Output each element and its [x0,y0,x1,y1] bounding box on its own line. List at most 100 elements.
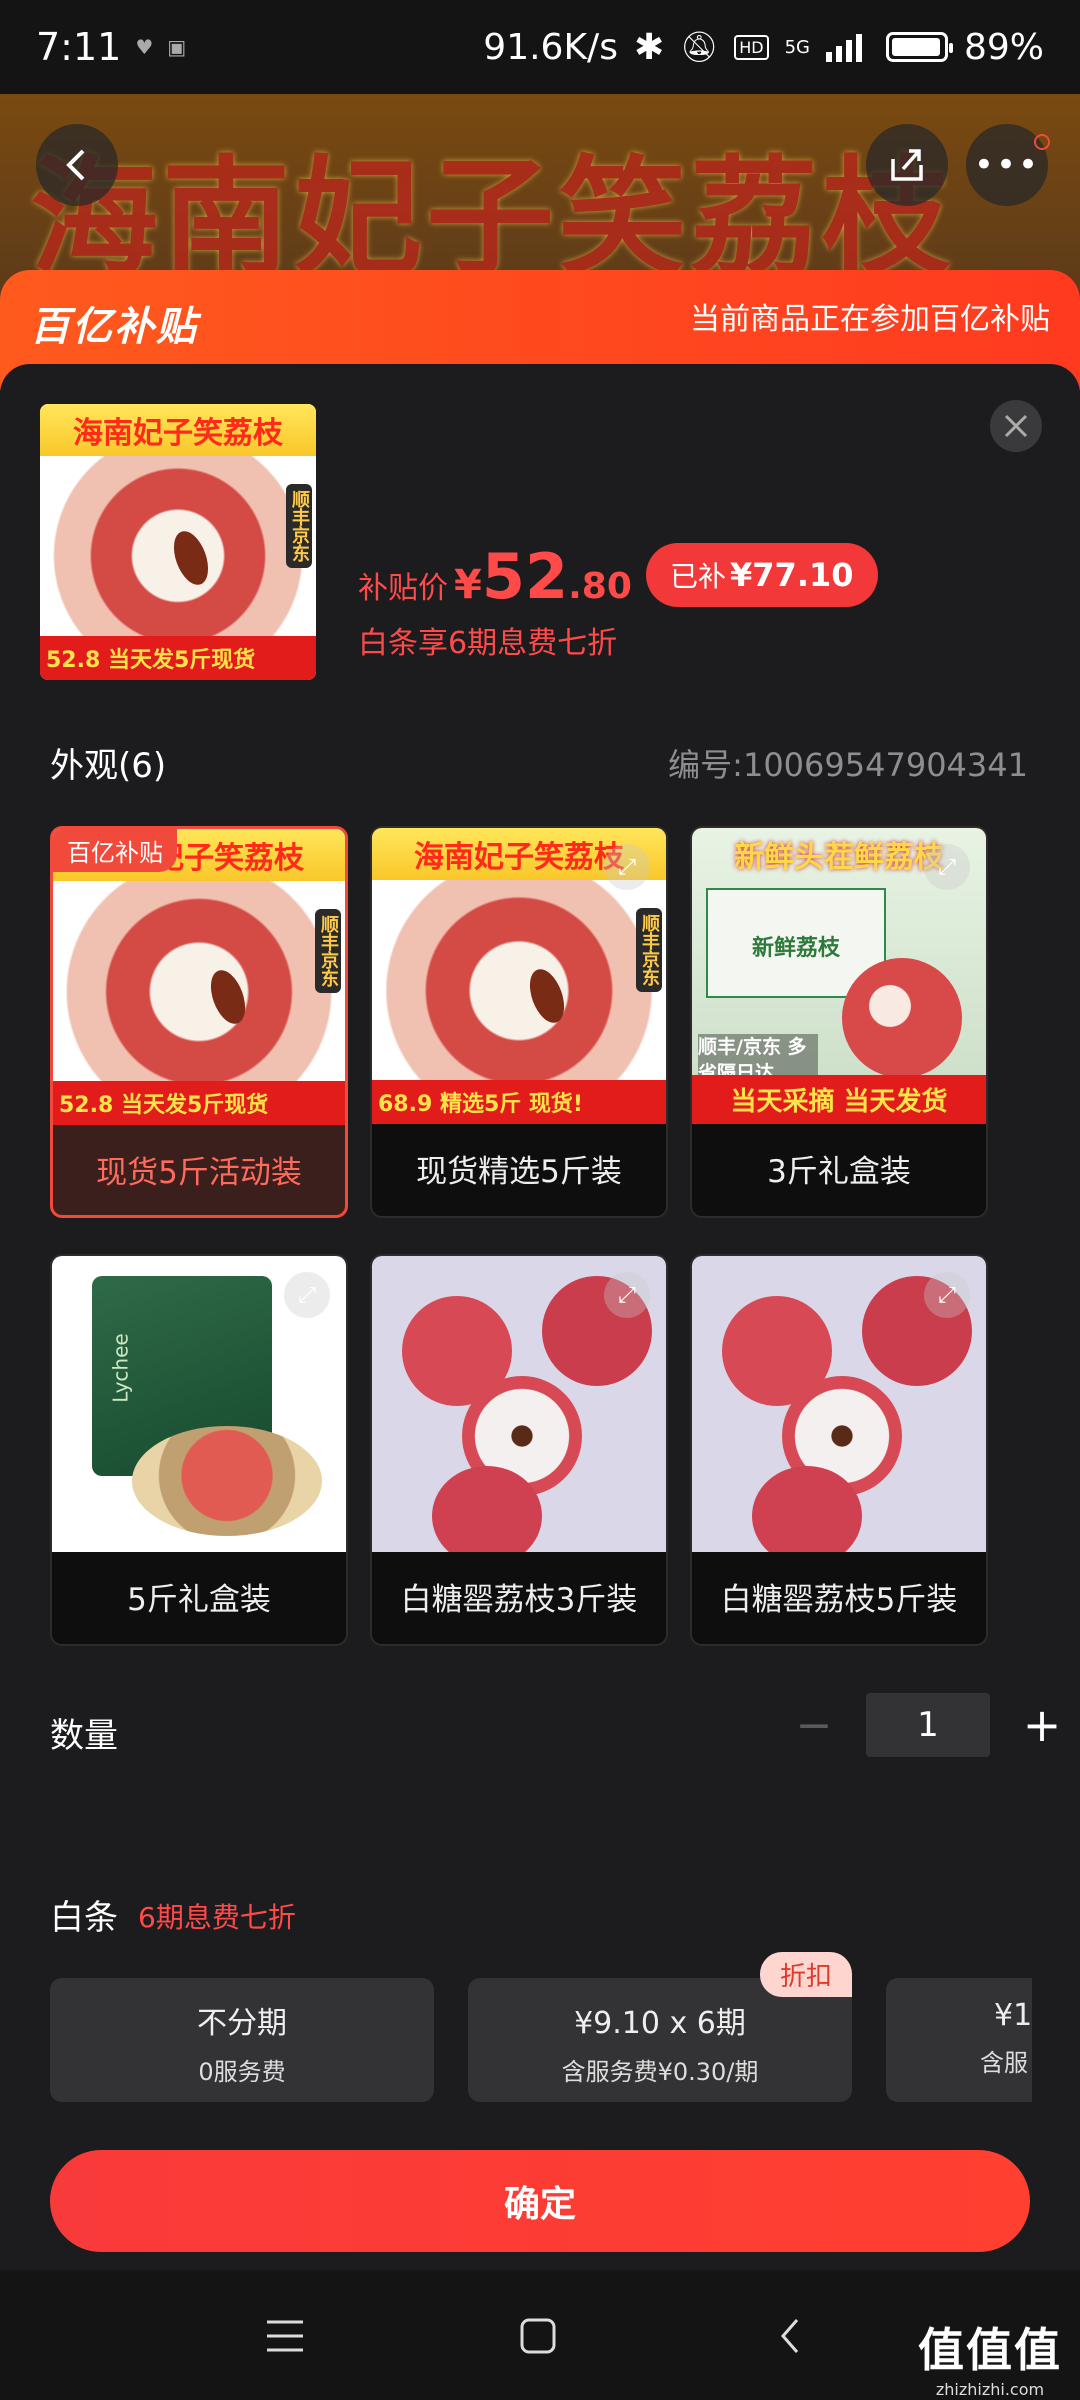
baitiao-title: 白条 [50,1898,118,1938]
plan-option-3[interactable]: ¥18 含服 [886,1978,1032,2102]
option-label: 白糖罂荔枝3斤装 [400,1582,638,1618]
option-image-bottom: 52.8 当天发5斤现货 [53,1081,345,1125]
watermark-url: zhizhizhi.com [935,2380,1045,2399]
notification-icon: ♥ [135,35,154,59]
thumb-tag: 顺丰京东 [286,484,312,568]
plan-fee: 含服 [980,2049,1028,2077]
lychee-pile [842,958,962,1078]
quantity-input[interactable]: 1 [866,1693,990,1757]
lychee-plate [132,1426,322,1536]
expand-button[interactable]: ⤢ [604,1272,650,1318]
option-label: 白糖罂荔枝5斤装 [720,1582,958,1618]
subsidy-logo: 百亿补贴 [30,304,198,350]
menu-button[interactable] [255,2306,315,2366]
status-bar: 7:11 ♥ ▣ 91.6K/s ✱ 🔕︎ HD 5G 89% [0,0,1080,94]
expand-icon: ⤢ [938,1282,956,1308]
plan-fee: 0服务费 [198,2058,286,2086]
option-card-5[interactable]: ⤢ 白糖罂荔枝3斤装 [370,1254,668,1646]
lychee-seed [204,965,252,1029]
subsidy-amount: ¥77.10 [730,556,854,594]
app-notification-icon: ▣ [167,35,187,59]
subsidy-label: 已补 [670,560,727,593]
option-label: 现货精选5斤装 [416,1154,622,1190]
price-row: 补贴价 ¥ 52 .80 [358,540,632,613]
appearance-title: 外观(6) [50,746,167,786]
expand-icon: ⤢ [298,1282,316,1308]
option-label: 现货5斤活动装 [96,1155,302,1191]
sku-id: 编号:10069547904341 [668,746,1028,784]
expand-button[interactable]: ⤢ [284,1272,330,1318]
option-label: 5斤礼盒装 [127,1582,271,1618]
mute-icon: 🔕︎ [680,29,719,65]
baitiao-promo: 6期息费七折 [138,1901,296,1934]
expand-button[interactable]: ⤢ [924,844,970,890]
status-time: 7:11 [36,25,122,69]
expand-icon: ⤢ [618,854,636,880]
cooler-bag-text: Lychee [108,1333,133,1403]
thumb-title: 海南妃子笑荔枝 [40,404,316,456]
plan-option-1[interactable]: 不分期 0服务费 [50,1978,434,2102]
increase-button[interactable]: + [1016,1694,1068,1756]
site-watermark: 值值值 zhizhizhi.com [918,2314,1062,2399]
plan-fee: 含服务费¥0.30/期 [561,2058,759,2086]
plan-amount: 不分期 [197,2006,287,2041]
more-icon: ••• [973,145,1041,185]
expand-icon: ⤢ [618,1282,636,1308]
share-button[interactable] [866,124,948,206]
expand-button[interactable]: ⤢ [924,1272,970,1318]
plan-amount: ¥9.10 x 6期 [574,2006,746,2041]
quantity-title: 数量 [50,1716,118,1756]
back-button[interactable] [36,124,118,206]
option-image-tag: 顺丰京东 [636,908,662,992]
network-type: 5G [784,36,810,58]
network-speed: 91.6K/s [483,26,618,68]
quantity-stepper: − 1 + [788,1693,1068,1757]
plan-amount: ¥18 [994,1998,1032,2033]
battery-level: 89% [963,26,1044,68]
option-image-bottom: 68.9 精选5斤 现货! [372,1080,666,1124]
gift-box-label: 新鲜荔枝 [751,936,840,961]
plan-option-2[interactable]: 折扣 ¥9.10 x 6期 含服务费¥0.30/期 [468,1952,852,2102]
back-icon [781,2319,799,2353]
share-icon [891,149,923,181]
option-card-6[interactable]: ⤢ 白糖罂荔枝5斤装 [690,1254,988,1646]
lychee-seed [523,964,571,1028]
close-button[interactable] [990,400,1042,452]
close-icon [1004,414,1028,438]
price-currency: ¥ [454,562,482,608]
more-button[interactable]: ••• [966,124,1050,206]
lychee-seed [167,526,215,590]
product-thumbnail[interactable]: 海南妃子笑荔枝 顺丰京东 52.8 当天发5斤现货 [40,404,316,680]
price-integer: 52 [481,540,569,613]
subsidy-note: 当前商品正在参加百亿补贴 [690,302,1050,337]
discount-tag: 折扣 [759,1952,852,1997]
watermark-logo: 值值值 [918,2323,1062,2377]
option-image-bottom: 当天采摘 当天发货 [692,1075,986,1124]
option-card-2[interactable]: 海南妃子笑荔枝 顺丰京东 68.9 精选5斤 现货! ⤢ 现货精选5斤装 [370,826,668,1218]
option-card-1[interactable]: 海南妃子笑荔枝 顺丰京东 52.8 当天发5斤现货 百亿补贴 现货5斤活动装 [50,826,348,1218]
subsidy-amount-badge: 已补 ¥77.10 [646,543,878,607]
confirm-button[interactable]: 确定 [50,2150,1030,2252]
back-nav-button[interactable] [760,2306,820,2366]
home-button[interactable] [508,2306,568,2366]
home-icon [520,2318,556,2354]
bluetooth-icon: ✱ [633,26,665,68]
price-label: 补贴价 [358,571,448,606]
decrease-button[interactable]: − [788,1694,840,1756]
expand-icon: ⤢ [938,854,956,880]
baitiao-promo-text: 白条享6期息费七折 [358,626,618,661]
option-image: 海南妃子笑荔枝 顺丰京东 52.8 当天发5斤现货 [53,829,345,1125]
battery-icon [885,32,953,62]
status-indicators: 91.6K/s ✱ 🔕︎ HD 5G 89% [483,27,1044,68]
signal-icon [825,34,862,62]
chevron-left-icon [66,149,85,181]
thumb-bottom: 52.8 当天发5斤现货 [40,636,316,680]
option-image-tag: 顺丰京东 [315,909,341,993]
expand-button[interactable]: ⤢ [604,844,650,890]
option-label: 3斤礼盒装 [767,1154,911,1190]
menu-icon [267,2320,303,2352]
subsidy-badge: 百亿补贴 [53,829,177,872]
option-card-4[interactable]: Lychee ⤢ 5斤礼盒装 [50,1254,348,1646]
option-card-3[interactable]: 新鲜头茬鲜荔枝 新鲜荔枝 顺丰/京东 多省隔日达 当天采摘 当天发货 ⤢ 3斤礼… [690,826,988,1218]
hd-icon: HD [734,34,769,60]
